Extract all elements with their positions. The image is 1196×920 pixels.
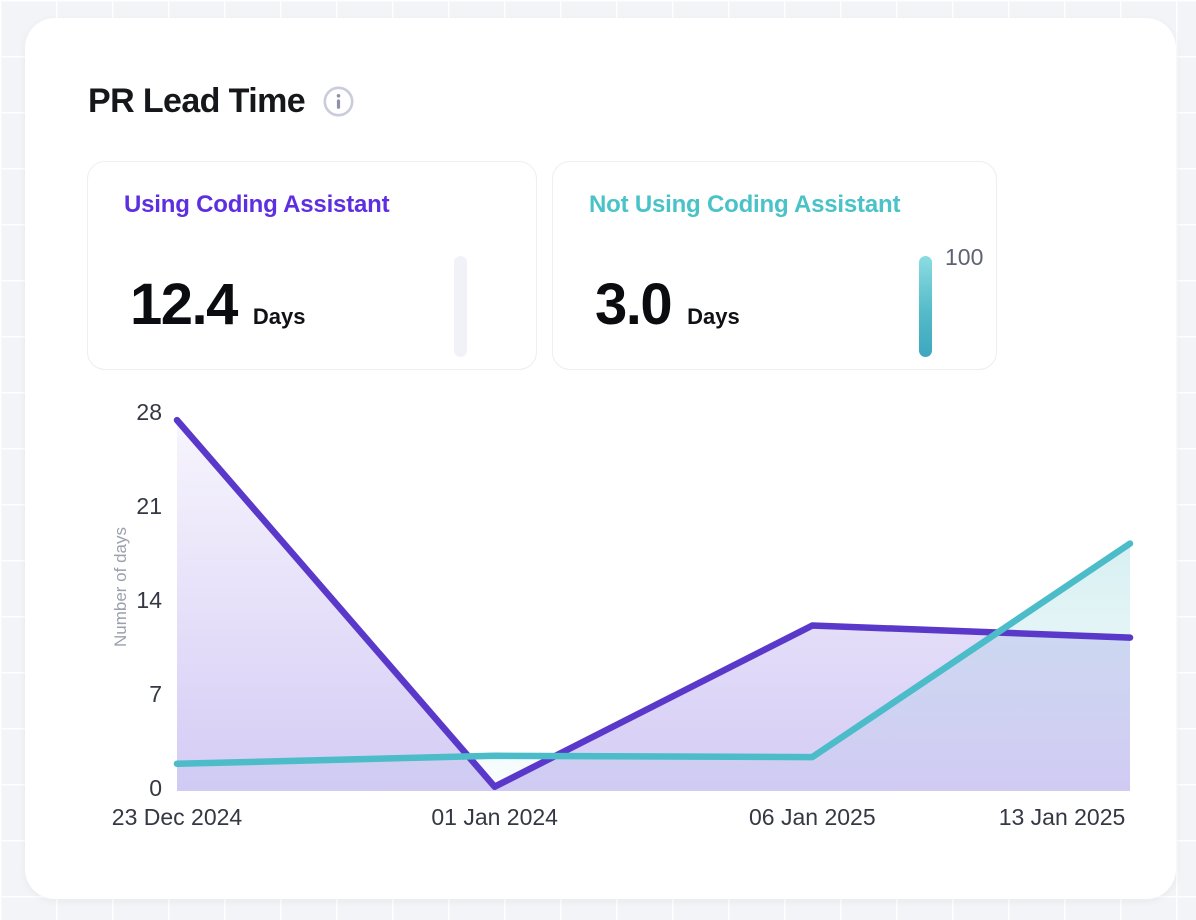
y-tick: 28 — [100, 398, 162, 426]
y-tick: 14 — [100, 586, 162, 614]
y-tick: 21 — [100, 492, 162, 520]
y-tick: 0 — [100, 774, 162, 802]
x-tick: 01 Jan 2024 — [385, 803, 605, 831]
y-tick: 7 — [100, 680, 162, 708]
x-tick: 06 Jan 2025 — [702, 803, 922, 831]
x-tick: 13 Jan 2025 — [952, 803, 1172, 831]
x-tick: 23 Dec 2024 — [67, 803, 287, 831]
lead-time-chart: Number of days 07142128 23 Dec 202401 Ja… — [0, 0, 1196, 920]
chart-canvas — [0, 0, 1196, 920]
